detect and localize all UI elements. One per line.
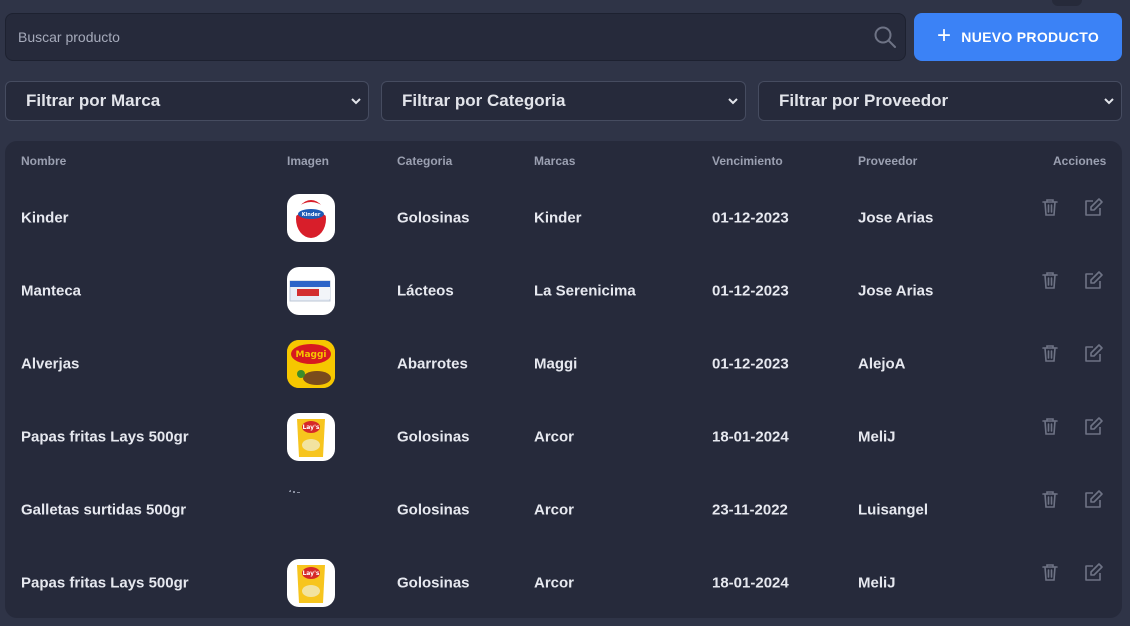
cell-category: Lácteos	[397, 282, 454, 299]
header-category: Categoria	[397, 154, 453, 168]
cell-supplier: Luisangel	[858, 501, 929, 518]
cell-name: Kinder	[21, 209, 69, 226]
search-icon[interactable]	[865, 14, 905, 60]
filter-supplier-label: Filtrar por Proveedor	[779, 91, 949, 110]
cell-supplier: MeliJ	[858, 574, 896, 591]
product-image-maggi: Maggi	[287, 340, 335, 388]
header-expiry: Vencimiento	[712, 154, 783, 168]
chevron-down-icon	[728, 98, 738, 105]
window-top-notch	[1052, 0, 1082, 6]
trash-icon[interactable]	[1038, 195, 1062, 219]
cell-supplier: AlejoA	[858, 355, 906, 372]
edit-icon[interactable]	[1082, 341, 1106, 365]
cell-category: Abarrotes	[397, 355, 468, 372]
edit-icon[interactable]	[1082, 487, 1106, 511]
table-row: Kinder Kinder Golosinas Kinder 01-12-202…	[5, 181, 1122, 254]
cell-supplier: Jose Arias	[858, 282, 934, 299]
trash-icon[interactable]	[1038, 560, 1062, 584]
table-row: Papas fritas Lays 500gr Lay's Golosinas …	[5, 400, 1122, 473]
cell-name: Manteca	[21, 282, 82, 299]
trash-icon[interactable]	[1038, 341, 1062, 365]
cell-name: Galletas surtidas 500gr	[21, 501, 187, 518]
cell-expiry: 01-12-2023	[712, 355, 789, 372]
product-image-lays: Lay's	[287, 559, 335, 607]
header-actions: Acciones	[1053, 154, 1107, 168]
cell-brand: Kinder	[534, 209, 582, 226]
chevron-down-icon	[351, 98, 361, 105]
product-image-butter	[287, 267, 335, 315]
search-bar	[5, 13, 906, 61]
cell-brand: Arcor	[534, 574, 575, 591]
cell-category: Golosinas	[397, 428, 470, 445]
table-row: Galletas surtidas 500gr Golosinas Arcor …	[5, 473, 1122, 546]
filter-category-label: Filtrar por Categoria	[402, 91, 566, 110]
search-input[interactable]	[6, 14, 865, 60]
product-image-kinder: Kinder	[287, 194, 335, 242]
cell-category: Golosinas	[397, 209, 470, 226]
cell-name: Alverjas	[21, 355, 80, 372]
filter-category-select[interactable]: Filtrar por Categoria	[381, 81, 746, 121]
edit-icon[interactable]	[1082, 414, 1106, 438]
cell-brand: Arcor	[534, 501, 575, 518]
edit-icon[interactable]	[1082, 268, 1106, 292]
cell-name: Papas fritas Lays 500gr	[21, 428, 189, 445]
filter-supplier-select[interactable]: Filtrar por Proveedor	[758, 81, 1122, 121]
svg-text:Lay's: Lay's	[302, 570, 319, 577]
header-name: Nombre	[21, 154, 67, 168]
plus-icon: +	[936, 22, 952, 49]
cell-category: Golosinas	[397, 574, 470, 591]
trash-icon[interactable]	[1038, 268, 1062, 292]
svg-text:Maggi: Maggi	[296, 350, 327, 360]
trash-icon[interactable]	[1038, 487, 1062, 511]
header-supplier: Proveedor	[858, 154, 918, 168]
cell-expiry: 18-01-2024	[712, 428, 789, 445]
cell-expiry: 18-01-2024	[712, 574, 789, 591]
trash-icon[interactable]	[1038, 414, 1062, 438]
edit-icon[interactable]	[1082, 560, 1106, 584]
header-image: Imagen	[287, 154, 330, 168]
cell-supplier: MeliJ	[858, 428, 896, 445]
cell-brand: Maggi	[534, 355, 578, 372]
product-image-lays: Lay's	[287, 413, 335, 461]
filter-brand-label: Filtrar por Marca	[26, 91, 161, 110]
table-row: Manteca Lácteos La Serenicima 01-12-2023…	[5, 254, 1122, 327]
table-row: Papas fritas Lays 500gr Lay's Golosinas …	[5, 546, 1122, 619]
cell-brand: La Serenicima	[534, 282, 636, 299]
svg-text:Lay's: Lay's	[302, 424, 319, 431]
filter-brand-select[interactable]: Filtrar por Marca	[5, 81, 369, 121]
table-row: Alverjas Maggi Abarrotes Maggi 01-12-202…	[5, 327, 1122, 400]
products-table: Nombre Imagen Categoria Marcas Vencimien…	[5, 141, 1122, 618]
svg-text:Kinder: Kinder	[302, 212, 321, 218]
cell-category: Golosinas	[397, 501, 470, 518]
cell-supplier: Jose Arias	[858, 209, 934, 226]
cell-expiry: 23-11-2022	[712, 501, 788, 518]
edit-icon[interactable]	[1082, 195, 1106, 219]
chevron-down-icon	[1104, 98, 1114, 105]
new-product-button[interactable]: + NUEVO PRODUCTO	[914, 13, 1122, 61]
broken-image-icon	[287, 486, 335, 534]
cell-expiry: 01-12-2023	[712, 209, 789, 226]
new-product-label: NUEVO PRODUCTO	[961, 29, 1100, 45]
cell-name: Papas fritas Lays 500gr	[21, 574, 189, 591]
cell-expiry: 01-12-2023	[712, 282, 789, 299]
header-brand: Marcas	[534, 154, 576, 168]
cell-brand: Arcor	[534, 428, 575, 445]
